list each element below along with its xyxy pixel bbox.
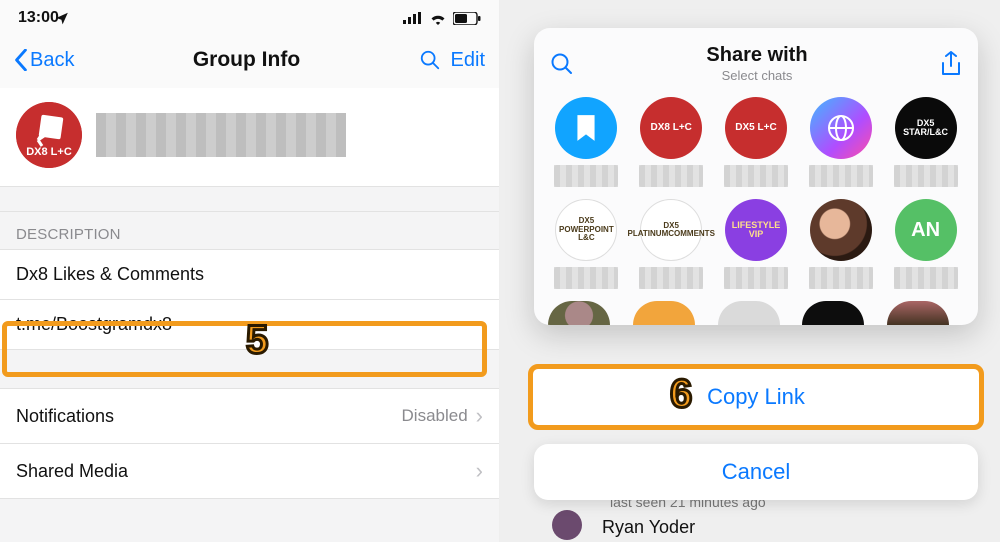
search-button[interactable] <box>419 49 441 71</box>
chat-label-redacted <box>639 267 703 289</box>
chat-avatar <box>810 199 872 261</box>
avatar-text: DX8 L+C <box>16 147 82 158</box>
sheet-header: Share with Select chats <box>544 40 968 87</box>
back-button[interactable]: Back <box>14 49 74 72</box>
description-text: Dx8 Likes & Comments <box>16 264 204 285</box>
status-time: 13:00 <box>18 9 59 27</box>
description-text-row: Dx8 Likes & Comments <box>0 249 499 300</box>
location-icon <box>55 11 69 25</box>
notifications-row[interactable]: Notifications Disabled › <box>0 388 499 444</box>
globe-icon <box>810 97 872 159</box>
chat-label-redacted <box>894 165 958 187</box>
chat-label-redacted <box>639 165 703 187</box>
sheet-share-button[interactable] <box>940 51 962 77</box>
chat-dx5-star[interactable]: DX5 STAR/L&C <box>887 97 964 187</box>
bg-avatar <box>552 510 582 540</box>
sheet-title: Share with <box>574 44 940 67</box>
status-icons <box>403 12 481 25</box>
nav-bar: Back Group Info Edit <box>0 32 499 88</box>
status-bar: 13:00 <box>0 0 499 32</box>
chat-platinum[interactable]: DX5 PLATINUMCOMMENTS <box>633 199 710 289</box>
chat-saved-messages[interactable] <box>548 97 625 187</box>
chat-avatar: DX5 POWERPOINT L&C <box>555 199 617 261</box>
chat-label-redacted <box>724 165 788 187</box>
share-grid-row3 <box>544 295 968 325</box>
copy-link-label: Copy Link <box>707 384 805 410</box>
nav-right: Edit <box>419 49 485 72</box>
group-name-redacted <box>96 113 346 157</box>
search-icon <box>419 49 441 71</box>
bg-contact-name: Ryan Yoder <box>602 517 695 538</box>
group-avatar[interactable]: DX8 L+C <box>16 102 82 168</box>
cancel-button[interactable]: Cancel <box>534 444 978 500</box>
chat-avatar: AN <box>895 199 957 261</box>
sheet-title-block: Share with Select chats <box>574 44 940 83</box>
shared-media-label: Shared Media <box>16 461 128 482</box>
chevron-right-icon: › <box>476 458 483 484</box>
wifi-icon <box>429 12 447 25</box>
group-header: DX8 L+C <box>0 88 499 186</box>
chat-label-redacted <box>809 165 873 187</box>
chat-photo[interactable] <box>802 199 879 289</box>
chat-an[interactable]: AN <box>887 199 964 289</box>
chat-avatar-peek[interactable] <box>548 301 610 325</box>
chat-label-redacted <box>554 267 618 289</box>
shared-media-row[interactable]: Shared Media › <box>0 444 499 499</box>
right-screenshot: last seen 21 minutes ago Ryan Yoder Shar… <box>500 0 1000 542</box>
chat-lifestyle[interactable]: LIFESTYLE VIP <box>718 199 795 289</box>
bookmark-icon <box>555 97 617 159</box>
chat-avatar-peek[interactable] <box>718 301 780 325</box>
edit-button[interactable]: Edit <box>451 49 485 72</box>
share-sheet: Share with Select chats DX8 L+C DX5 L+C <box>534 28 978 325</box>
group-link-text: t.me/Boostgramdx8 <box>16 314 172 335</box>
chat-label-redacted <box>724 267 788 289</box>
back-label: Back <box>30 49 74 72</box>
section-gap <box>0 186 499 212</box>
chat-label-redacted <box>554 165 618 187</box>
left-screenshot: 13:00 Back Group Info Edit <box>0 0 500 542</box>
annotation-number-5: 5 <box>246 318 268 363</box>
notifications-value: Disabled <box>402 406 468 426</box>
chat-label-redacted <box>809 267 873 289</box>
chat-avatar-peek[interactable] <box>633 301 695 325</box>
chat-avatar: DX8 L+C <box>640 97 702 159</box>
chat-avatar-peek[interactable] <box>887 301 949 325</box>
page-title: Group Info <box>193 48 300 72</box>
description-header: DESCRIPTION <box>0 212 499 249</box>
search-icon <box>550 52 574 76</box>
chat-avatar: DX5 PLATINUMCOMMENTS <box>640 199 702 261</box>
chat-globe[interactable] <box>802 97 879 187</box>
avatar-graphic <box>16 102 82 168</box>
share-icon <box>940 51 962 77</box>
copy-link-button[interactable]: Copy Link <box>528 364 984 430</box>
chat-powerpoint[interactable]: DX5 POWERPOINT L&C <box>548 199 625 289</box>
battery-icon <box>453 12 481 25</box>
chat-dx8[interactable]: DX8 L+C <box>633 97 710 187</box>
chat-dx5[interactable]: DX5 L+C <box>718 97 795 187</box>
signal-icon <box>403 12 423 24</box>
chevron-left-icon <box>14 49 28 71</box>
chat-label-redacted <box>894 267 958 289</box>
share-grid: DX8 L+C DX5 L+C DX5 STAR/L&C DX5 POWERPO… <box>544 87 968 295</box>
annotation-number-6: 6 <box>670 372 692 417</box>
sheet-subtitle: Select chats <box>574 68 940 83</box>
chat-avatar: DX5 STAR/L&C <box>895 97 957 159</box>
cancel-label: Cancel <box>722 459 790 485</box>
chat-avatar-peek[interactable] <box>802 301 864 325</box>
chat-avatar: DX5 L+C <box>725 97 787 159</box>
notifications-label: Notifications <box>16 406 114 427</box>
chat-avatar: LIFESTYLE VIP <box>725 199 787 261</box>
sheet-search-button[interactable] <box>550 52 574 76</box>
chevron-right-icon: › <box>476 403 483 429</box>
